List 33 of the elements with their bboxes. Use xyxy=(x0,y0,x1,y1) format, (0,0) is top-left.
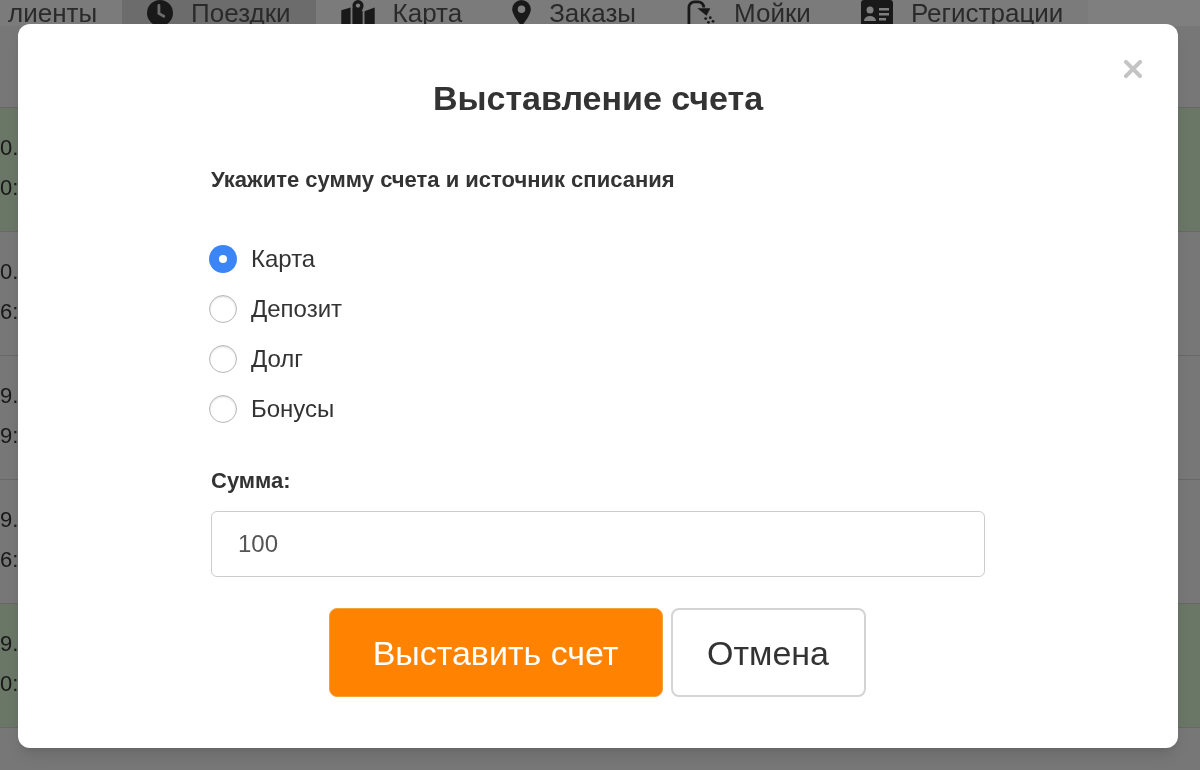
nav-tab[interactable]: Поездки xyxy=(122,0,316,26)
amount-input[interactable]: 100 xyxy=(211,511,985,577)
dialog-title: Выставление счета xyxy=(432,78,764,118)
cancel-button[interactable]: Отмена xyxy=(670,608,866,697)
nav-tab[interactable]: Мойки xyxy=(661,0,836,26)
close-icon xyxy=(1124,60,1142,78)
cell-text: 0: xyxy=(0,174,19,202)
nav-tab[interactable]: Карта xyxy=(315,0,488,26)
cell-text: 6: xyxy=(0,546,19,574)
nav-tab[interactable]: Регистрации xyxy=(835,0,1089,26)
option-label[interactable]: Депозит xyxy=(251,294,343,324)
radio-button[interactable] xyxy=(209,245,237,273)
shower-icon xyxy=(686,0,717,26)
option-label[interactable]: Бонусы xyxy=(251,394,335,424)
nav-tab[interactable]: Заказы xyxy=(487,0,662,26)
radio-button[interactable] xyxy=(209,345,237,373)
dialog-prompt: Укажите сумму счета и источник списания xyxy=(211,166,676,194)
cell-text: 0. xyxy=(0,134,19,162)
option-label[interactable]: Долг xyxy=(251,344,304,374)
clock-icon xyxy=(147,0,174,26)
cell-text: 9. xyxy=(0,506,19,534)
nav-tab[interactable]: лиенты xyxy=(0,0,123,26)
submit-button[interactable]: Выставить счет xyxy=(328,608,663,697)
radio-button[interactable] xyxy=(209,395,237,423)
cell-text: 9. xyxy=(0,630,19,658)
cell-text: 0. xyxy=(0,258,19,286)
field-label: Сумма: xyxy=(211,467,291,495)
radio-button[interactable] xyxy=(209,295,237,323)
cell-text: 9. xyxy=(0,382,19,410)
cell-text: 0: xyxy=(0,670,19,698)
option-label[interactable]: Карта xyxy=(251,244,316,274)
cell-text: 6: xyxy=(0,298,19,326)
cell-text: 9: xyxy=(0,422,19,450)
